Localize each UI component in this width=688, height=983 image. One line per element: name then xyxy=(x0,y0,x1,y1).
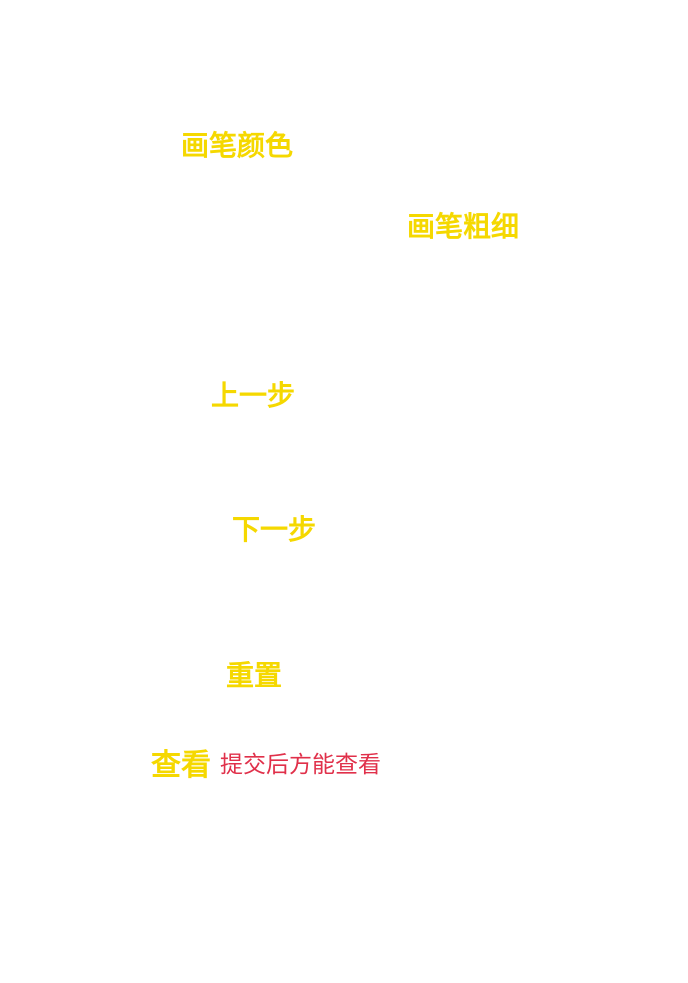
undo-button[interactable]: 上一步 xyxy=(211,382,295,410)
view-hint-text: 提交后方能查看 xyxy=(220,752,381,778)
brush-color-button[interactable]: 画笔颜色 xyxy=(181,132,293,160)
redo-button[interactable]: 下一步 xyxy=(232,516,316,544)
view-button[interactable]: 查看 xyxy=(151,751,211,781)
brush-size-button[interactable]: 画笔粗细 xyxy=(407,213,519,241)
reset-button[interactable]: 重置 xyxy=(226,662,282,690)
